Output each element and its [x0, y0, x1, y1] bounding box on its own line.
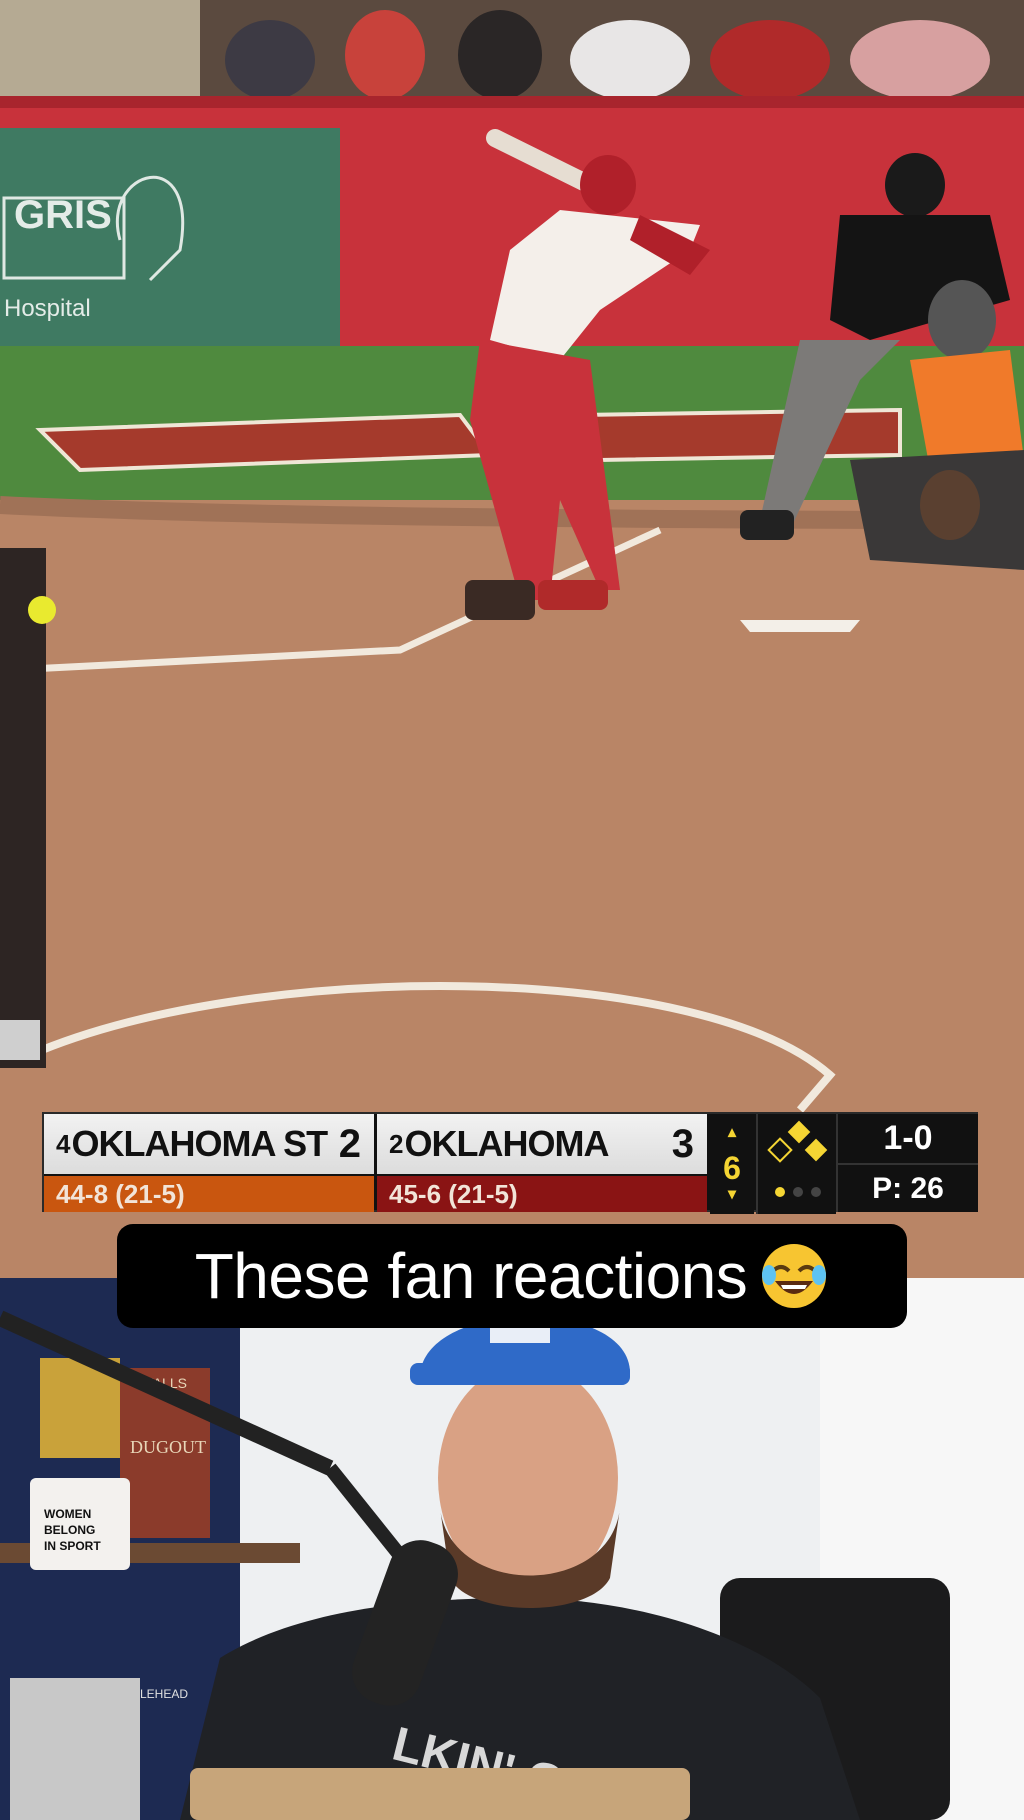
- away-rank: 4: [56, 1128, 71, 1159]
- mug-line1: WOMEN: [44, 1507, 91, 1521]
- caption-text: These fan reactions: [194, 1240, 748, 1312]
- third-base-icon: [767, 1137, 793, 1163]
- mug-line2: BELONG: [44, 1523, 95, 1537]
- laughing-tears-emoji-icon: [759, 1241, 829, 1311]
- inning-number: 6: [723, 1150, 741, 1186]
- away-team: 4 OKLAHOMA ST 2 44-8 (21-5): [44, 1114, 374, 1214]
- home-score: 3: [671, 1121, 694, 1166]
- book-bottom-text: LEHEAD: [140, 1687, 188, 1701]
- host-scene: WALLS DUGOUT WOMEN BELONG IN SPORT LEHEA…: [0, 1278, 1024, 1820]
- home-rank: 2: [389, 1128, 404, 1159]
- inning-indicator: ▴ 6 ▾: [710, 1114, 754, 1214]
- away-score: 2: [338, 1121, 361, 1166]
- out-dot-icon: [775, 1187, 785, 1197]
- home-team: 2 OKLAHOMA 3 45-6 (21-5): [377, 1114, 707, 1214]
- laptop: [190, 1768, 690, 1820]
- pitch-count: P: 26: [836, 1165, 978, 1212]
- scoreboard: 4 OKLAHOMA ST 2 44-8 (21-5) 2 OKLAHOMA 3…: [42, 1112, 978, 1214]
- away-team-name: OKLAHOMA ST: [71, 1123, 328, 1164]
- away-record: 44-8 (21-5): [44, 1176, 374, 1212]
- mug-line3: IN SPORT: [44, 1539, 101, 1553]
- out-dot-icon: [811, 1187, 821, 1197]
- inning-top-arrow-icon: ▴: [727, 1124, 737, 1141]
- home-record: 45-6 (21-5): [377, 1176, 707, 1212]
- ball-strike-count: 1-0: [836, 1114, 978, 1165]
- inning-bottom-arrow-icon: ▾: [727, 1186, 737, 1203]
- video-stage: GRIS Hospital 4 OKLAHOMA ST 2 44-8 (21-5…: [0, 0, 1024, 1820]
- host-video: WALLS DUGOUT WOMEN BELONG IN SPORT LEHEA…: [0, 1278, 1024, 1820]
- sponsor-subtext: Hospital: [4, 295, 91, 322]
- bases-outs: [756, 1114, 836, 1214]
- home-team-name: OKLAHOMA: [404, 1123, 609, 1164]
- caption-banner: These fan reactions: [117, 1224, 907, 1328]
- first-base-icon: [804, 1138, 828, 1162]
- shoe: [10, 1678, 140, 1820]
- home-plate: [740, 620, 860, 632]
- out-dot-icon: [793, 1187, 803, 1197]
- broadcast-video: GRIS Hospital 4 OKLAHOMA ST 2 44-8 (21-5…: [0, 0, 1024, 1278]
- second-base-icon: [787, 1120, 811, 1144]
- sponsor-text: GRIS: [14, 193, 112, 237]
- stand-steps: [0, 0, 200, 100]
- book-title: DUGOUT: [130, 1437, 206, 1457]
- broadcast-scene: GRIS Hospital: [0, 0, 1024, 1278]
